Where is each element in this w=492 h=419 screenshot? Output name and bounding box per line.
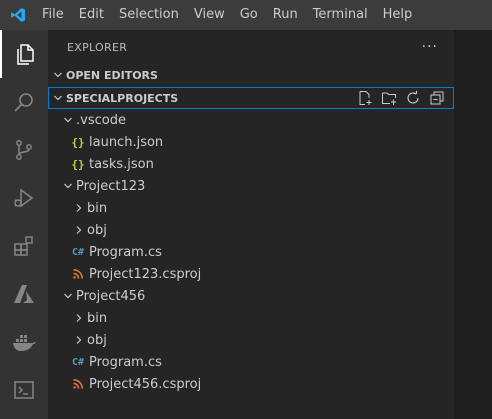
docker-icon <box>13 335 36 351</box>
explorer-sidebar: EXPLORER ··· OPEN EDITORS SPECIALPROJECT… <box>48 30 454 419</box>
explorer-header: EXPLORER ··· <box>48 30 454 65</box>
workspace-label: SPECIALPROJECTS <box>66 91 179 105</box>
docker-activity-button[interactable] <box>0 318 48 366</box>
file-label: Program.cs <box>89 244 162 260</box>
file-label: Project456.csproj <box>89 376 202 392</box>
extensions-icon <box>14 236 33 256</box>
json-file-icon: {} <box>71 135 85 149</box>
chevron-down-icon <box>50 67 66 83</box>
menu-run[interactable]: Run <box>266 0 306 30</box>
terminal-activity-button[interactable] <box>0 366 48 414</box>
extensions-activity-button[interactable] <box>0 222 48 270</box>
file-label: tasks.json <box>89 156 154 172</box>
chevron-down-icon <box>60 112 76 128</box>
menu-terminal[interactable]: Terminal <box>306 0 376 30</box>
tree-folder-project456[interactable]: Project456 <box>48 285 466 307</box>
csharp-file-icon: C# <box>71 246 85 258</box>
tree-file-project456-csproj[interactable]: Project456.csproj <box>48 373 476 395</box>
folder-label: obj <box>87 222 107 238</box>
tree-file-program-cs[interactable]: C# Program.cs <box>48 351 476 373</box>
csharp-file-icon: C# <box>71 356 85 368</box>
chevron-right-icon <box>71 332 87 348</box>
chevron-right-icon <box>71 222 87 238</box>
more-actions-button[interactable]: ··· <box>422 39 438 55</box>
search-activity-button[interactable] <box>0 78 48 126</box>
vscode-logo-icon <box>0 0 35 30</box>
chevron-right-icon <box>71 310 87 326</box>
run-debug-icon <box>14 188 34 208</box>
chevron-down-icon <box>60 178 76 194</box>
tree-folder-obj[interactable]: obj <box>48 329 477 351</box>
tree-file-launch-json[interactable]: {} launch.json <box>48 131 476 153</box>
folder-label: Project123 <box>76 178 146 194</box>
tree-file-tasks-json[interactable]: {} tasks.json <box>48 153 476 175</box>
section-actions <box>357 90 445 106</box>
workspace-section[interactable]: SPECIALPROJECTS <box>48 87 454 109</box>
file-label: launch.json <box>89 134 164 150</box>
open-editors-label: OPEN EDITORS <box>66 68 158 82</box>
editor-area <box>454 30 492 419</box>
files-icon <box>17 44 34 65</box>
tree-file-project123-csproj[interactable]: Project123.csproj <box>48 263 476 285</box>
new-folder-icon[interactable] <box>381 90 397 106</box>
folder-label: .vscode <box>76 112 126 128</box>
tree-folder-bin[interactable]: bin <box>48 197 477 219</box>
rss-icon <box>70 266 86 282</box>
rss-icon <box>70 376 86 392</box>
tree-folder-obj[interactable]: obj <box>48 219 477 241</box>
folder-label: bin <box>87 200 108 216</box>
tree-folder-bin[interactable]: bin <box>48 307 477 329</box>
terminal-icon <box>14 381 34 399</box>
menu-view[interactable]: View <box>187 0 233 30</box>
menu-file[interactable]: File <box>35 0 72 30</box>
refresh-icon[interactable] <box>405 90 421 106</box>
source-control-icon <box>16 140 32 160</box>
menu-go[interactable]: Go <box>233 0 266 30</box>
run-debug-activity-button[interactable] <box>0 174 48 222</box>
azure-activity-button[interactable] <box>0 270 48 318</box>
tree-file-program-cs[interactable]: C# Program.cs <box>48 241 476 263</box>
explorer-title: EXPLORER <box>67 41 128 54</box>
file-label: Project123.csproj <box>89 266 202 282</box>
menu-help[interactable]: Help <box>376 0 421 30</box>
source-control-activity-button[interactable] <box>0 126 48 174</box>
activity-bar <box>0 30 48 419</box>
tree-folder-vscode[interactable]: .vscode <box>48 109 466 131</box>
new-file-icon[interactable] <box>357 90 373 106</box>
menu-selection[interactable]: Selection <box>112 0 187 30</box>
folder-label: obj <box>87 332 107 348</box>
tree-folder-project123[interactable]: Project123 <box>48 175 466 197</box>
open-editors-section[interactable]: OPEN EDITORS <box>48 64 454 86</box>
chevron-right-icon <box>71 200 87 216</box>
menu-bar: File Edit Selection View Go Run Terminal… <box>35 0 420 30</box>
file-label: Program.cs <box>89 354 162 370</box>
search-icon <box>14 93 33 112</box>
menu-edit[interactable]: Edit <box>72 0 112 30</box>
explorer-activity-button[interactable] <box>0 30 48 78</box>
folder-label: Project456 <box>76 288 146 304</box>
json-file-icon: {} <box>71 157 85 171</box>
chevron-down-icon <box>50 90 66 106</box>
azure-icon <box>14 285 34 303</box>
title-bar: File Edit Selection View Go Run Terminal… <box>0 0 492 30</box>
folder-label: bin <box>87 310 108 326</box>
collapse-all-icon[interactable] <box>429 90 445 106</box>
chevron-down-icon <box>60 288 76 304</box>
